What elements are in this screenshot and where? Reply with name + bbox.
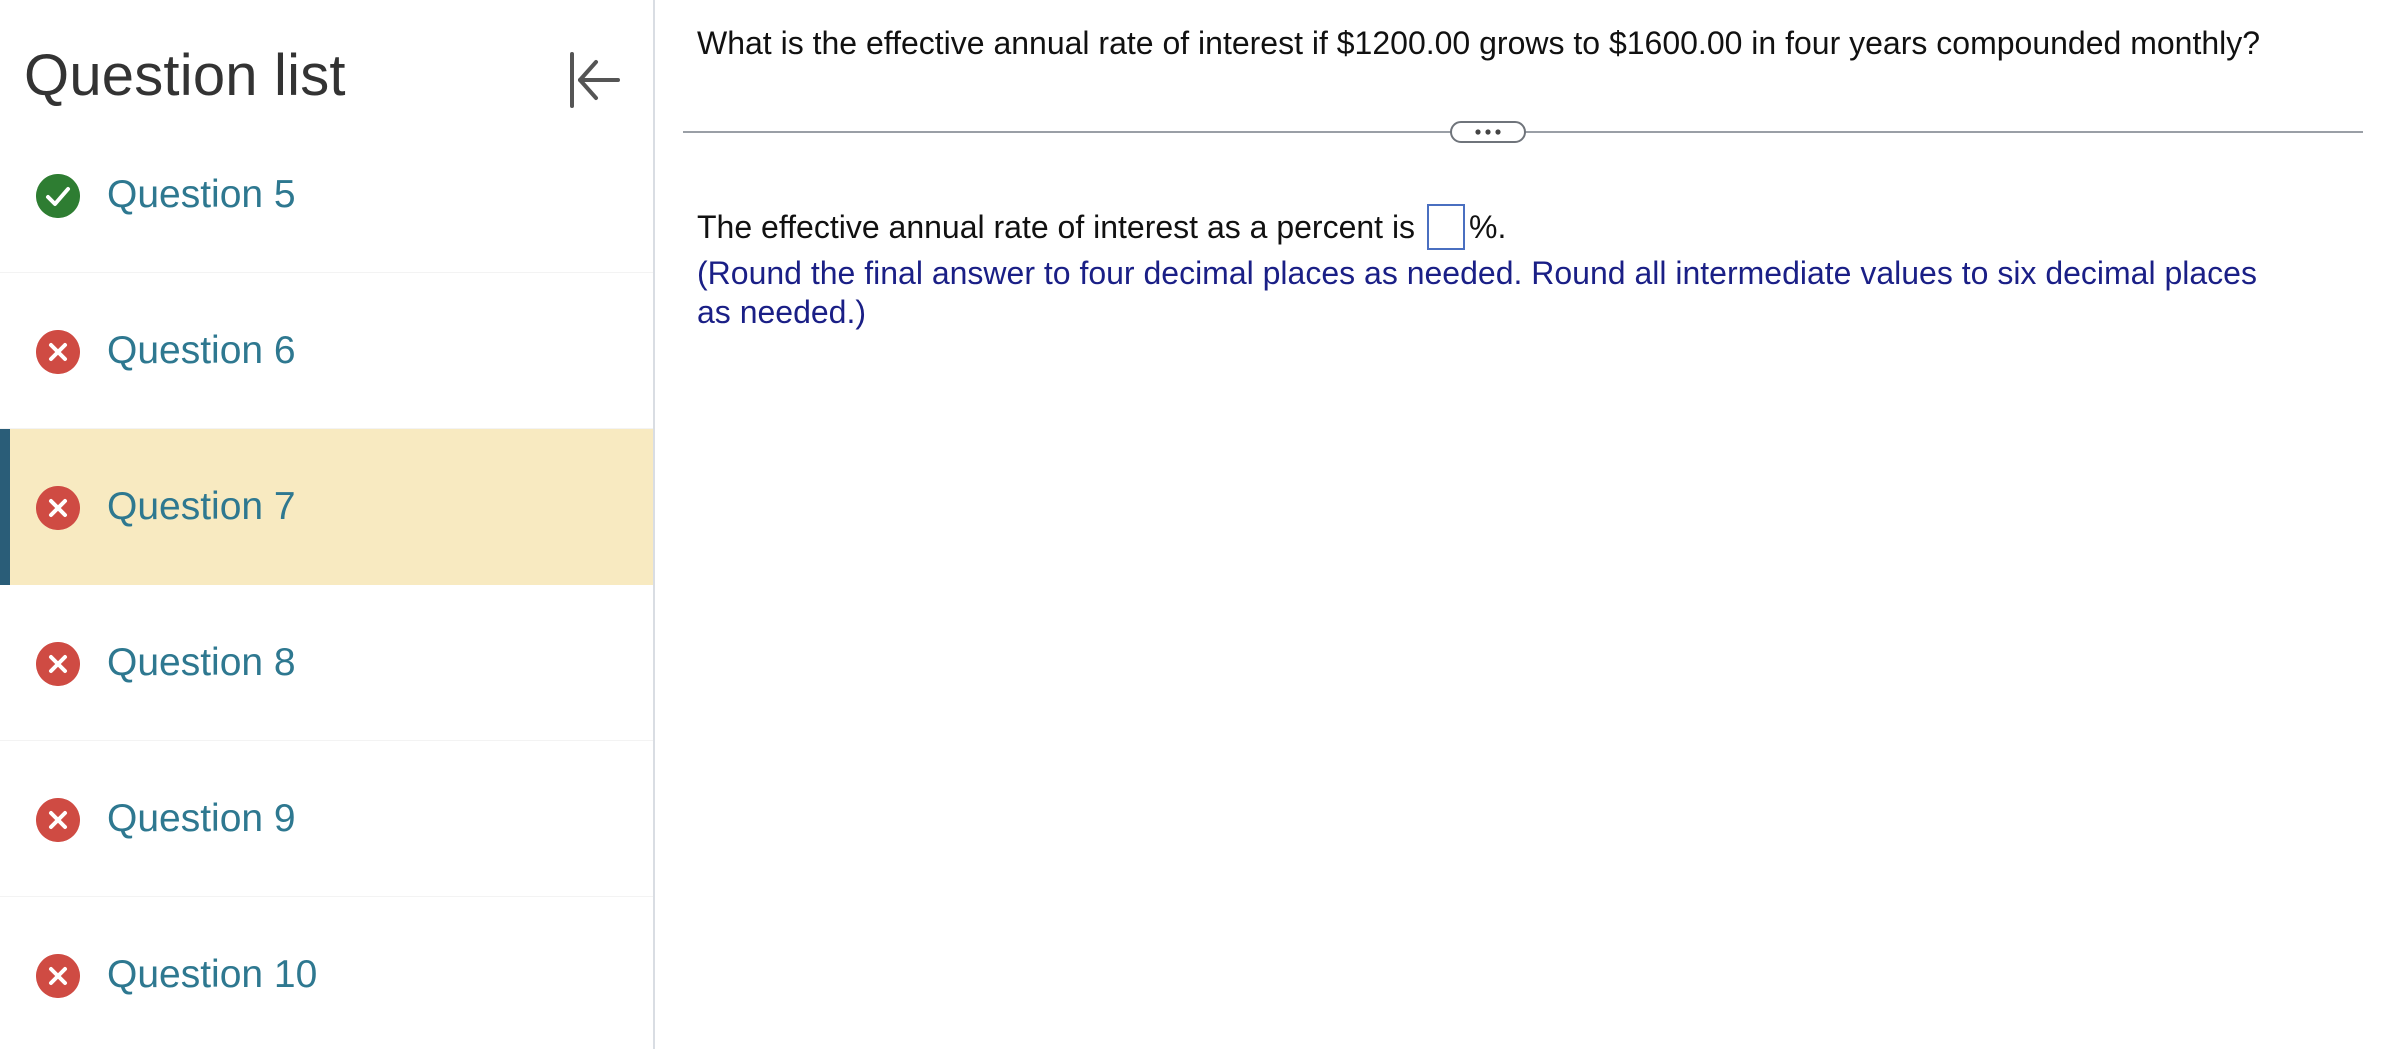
x-circle-icon: [36, 954, 80, 998]
question-list-item-7[interactable]: Question 7: [0, 429, 653, 585]
sidebar-title: Question list: [24, 43, 346, 108]
ellipsis-icon: [1475, 129, 1501, 135]
answer-suffix: %.: [1469, 209, 1507, 245]
answer-input[interactable]: [1427, 204, 1466, 250]
answer-statement: The effective annual rate of interest as…: [697, 204, 1506, 250]
question-label: Question 7: [107, 485, 296, 528]
question-prompt: What is the effective annual rate of int…: [697, 25, 2261, 61]
question-list-item-5[interactable]: Question 5: [0, 117, 653, 273]
x-circle-icon: [36, 642, 80, 686]
answer-prefix: The effective annual rate of interest as…: [697, 209, 1416, 245]
question-panel: What is the effective annual rate of int…: [655, 0, 2388, 1049]
collapse-sidebar-button[interactable]: [556, 44, 628, 116]
question-label: Question 10: [107, 953, 318, 996]
collapse-left-icon: [570, 52, 620, 108]
question-label: Question 5: [107, 173, 296, 216]
question-label: Question 6: [107, 329, 296, 372]
app-window: Question list Question 5 Question 6 Ques…: [0, 0, 2388, 1049]
question-list-sidebar: Question list Question 5 Question 6 Ques…: [0, 0, 655, 1049]
x-circle-icon: [36, 330, 80, 374]
x-circle-icon: [36, 486, 80, 530]
expand-handle-button[interactable]: [1450, 121, 1526, 143]
rounding-instructions: (Round the final answer to four decimal …: [697, 255, 2257, 330]
check-circle-icon: [36, 174, 80, 218]
question-list-item-8[interactable]: Question 8: [0, 585, 653, 741]
question-list-item-10[interactable]: Question 10: [0, 897, 653, 1049]
question-label: Question 8: [107, 641, 296, 684]
question-list-item-9[interactable]: Question 9: [0, 741, 653, 897]
x-circle-icon: [36, 798, 80, 842]
question-list: Question 5 Question 6 Question 7 Questio…: [0, 117, 653, 1049]
question-list-item-6[interactable]: Question 6: [0, 273, 653, 429]
question-label: Question 9: [107, 797, 296, 840]
